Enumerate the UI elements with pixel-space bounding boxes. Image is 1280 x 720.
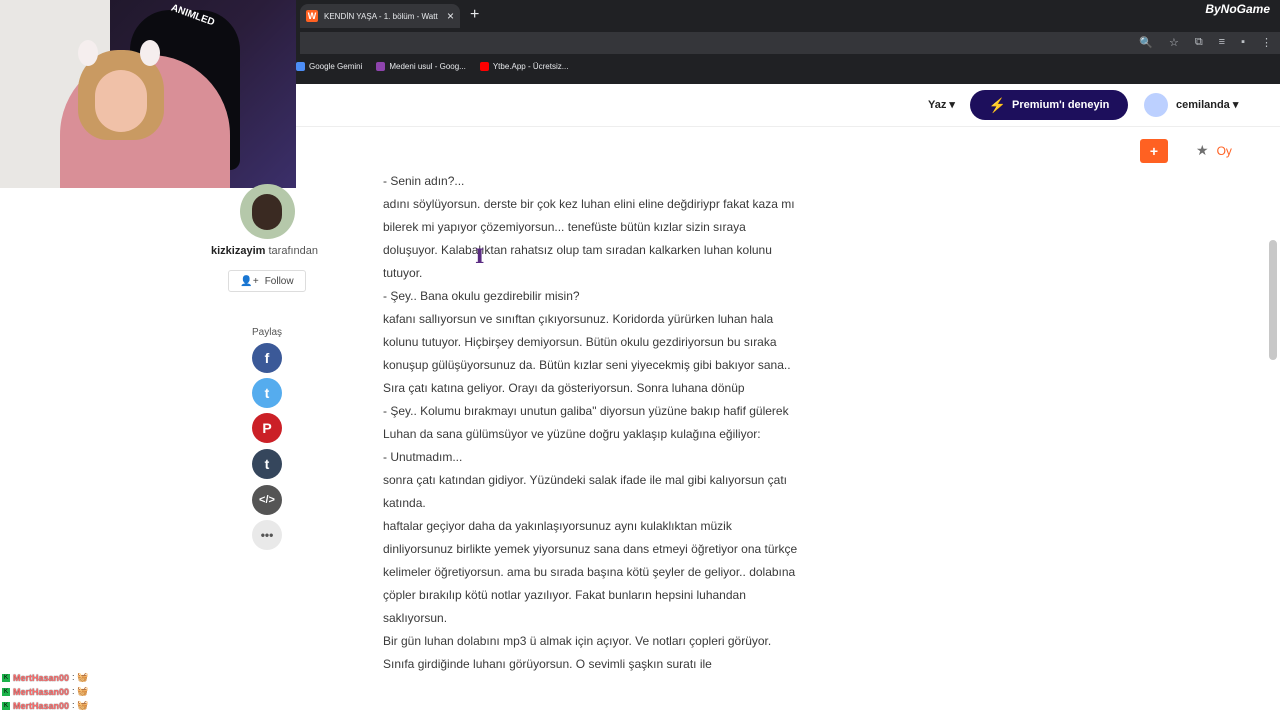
follow-button[interactable]: 👤+ Follow	[228, 270, 306, 292]
bookmark-item[interactable]: Ytbe.App - Ücretsiz...	[479, 62, 568, 71]
address-bar[interactable]	[300, 32, 1280, 54]
extensions-icon[interactable]: ⧉	[1195, 36, 1203, 49]
bookmarks-bar: Google Gemini Medeni usul - Goog... Ytbe…	[296, 62, 568, 71]
star-icon: ★	[1196, 142, 1209, 158]
browser-tab[interactable]: W KENDİN YAŞA - 1. bölüm - Watt ×	[300, 4, 460, 28]
chat-line: K MertHasan00 : 🧺	[2, 672, 89, 683]
webcam-overlay: ANIMLED	[0, 0, 296, 188]
lightning-icon: ⚡	[988, 96, 1007, 113]
ear-left	[78, 40, 98, 66]
zoom-icon[interactable]: 🔍	[1139, 36, 1153, 49]
story-paragraph: haftalar geçiyor daha da yakınlaşıyorsun…	[383, 519, 798, 625]
wattpad-favicon-icon: W	[306, 10, 318, 22]
author-by: tarafından	[268, 245, 319, 257]
gemini-icon	[296, 62, 305, 71]
username-menu[interactable]: cemilanda ▾	[1176, 98, 1238, 111]
story-paragraph: sonra çatı katından gidiyor. Yüzündeki s…	[383, 473, 788, 510]
extension-badge-icon[interactable]: ▪	[1241, 36, 1245, 49]
user-avatar[interactable]	[1144, 93, 1168, 117]
story-paragraph: - Senin adın?...	[383, 174, 465, 188]
story-paragraph: Bir gün luhan dolabını mp3 ü almak için …	[383, 634, 772, 671]
kick-badge-icon: K	[2, 673, 10, 682]
author-avatar[interactable]	[240, 184, 295, 239]
tumblr-share-icon[interactable]: t	[252, 449, 282, 479]
toolbar-icons: 🔍 ☆ ⧉ ≡ ▪ ⋮	[1139, 36, 1272, 49]
forms-icon	[376, 62, 386, 71]
embed-share-icon[interactable]: </>	[252, 485, 282, 515]
author-name[interactable]: kizkizayim	[211, 245, 265, 257]
tab-title: KENDİN YAŞA - 1. bölüm - Watt	[324, 11, 438, 21]
kick-badge-icon: K	[2, 687, 10, 696]
scrollbar[interactable]	[1269, 240, 1277, 360]
story-paragraph: - Şey.. Bana okulu gezdirebilir misin?	[383, 289, 580, 303]
twitter-share-icon[interactable]: t	[252, 378, 282, 408]
bunny-ears	[78, 40, 164, 66]
media-icon[interactable]: ≡	[1219, 36, 1225, 49]
add-user-icon: 👤+	[240, 275, 259, 287]
text-cursor-icon: I	[475, 244, 485, 268]
bookmark-item[interactable]: Google Gemini	[296, 62, 362, 71]
premium-button[interactable]: ⚡ Premium'ı deneyin	[970, 90, 1128, 120]
youtube-icon	[479, 62, 489, 71]
story-paragraph: - Unutmadım...	[383, 450, 463, 464]
pinterest-share-icon[interactable]: P	[252, 413, 282, 443]
story-text: - Senin adın?... adını söylüyorsun. ders…	[383, 170, 803, 676]
bookmark-star-icon[interactable]: ☆	[1169, 36, 1179, 49]
ear-right	[140, 40, 160, 66]
kick-badge-icon: K	[2, 701, 10, 710]
close-tab-icon[interactable]: ×	[447, 10, 454, 22]
site-header: Yaz ▾ ⚡ Premium'ı deneyin cemilanda ▾ + …	[296, 84, 1280, 163]
author-line: kizkizayim tarafından	[211, 245, 318, 257]
more-share-icon[interactable]: •••	[252, 520, 282, 550]
story-paragraph: adını söylüyorsun. derste bir çok kez lu…	[383, 197, 795, 280]
streamer-face	[95, 70, 147, 132]
story-paragraph: - Şey.. Kolumu bırakmayı unutun galiba" …	[383, 404, 789, 441]
stream-chat: K MertHasan00 : 🧺 K MertHasan00 : 🧺 K Me…	[2, 672, 88, 714]
bynogame-watermark: ByNoGame	[1205, 2, 1270, 16]
chat-line: K MertHasan00 : 🧺	[2, 686, 89, 697]
share-label: Paylaş	[252, 327, 283, 338]
story-paragraph: kafanı sallıyorsun ve sınıftan çıkıyorsu…	[383, 312, 791, 395]
add-to-list-button[interactable]: +	[1140, 139, 1168, 163]
facebook-share-icon[interactable]: f	[252, 343, 282, 373]
write-menu[interactable]: Yaz ▾	[928, 98, 955, 111]
bookmark-item[interactable]: Medeni usul - Goog...	[376, 62, 466, 71]
vote-button[interactable]: ★ Oy	[1196, 142, 1232, 159]
chat-line: K MertHasan00 : 🧺	[2, 700, 89, 711]
menu-icon[interactable]: ⋮	[1261, 36, 1272, 49]
new-tab-button[interactable]: +	[470, 6, 479, 24]
